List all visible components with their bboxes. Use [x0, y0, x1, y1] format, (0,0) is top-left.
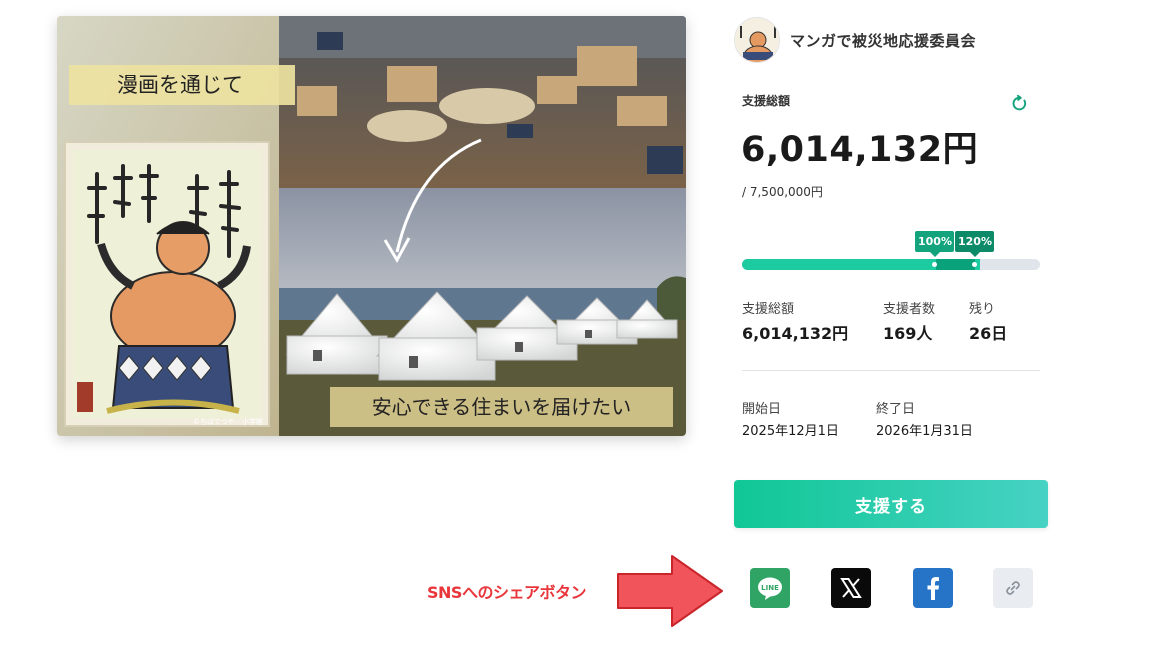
hero-credit: ©ちばてつや／小学館 — [193, 418, 263, 426]
stat-remaining-value: 26日 — [969, 324, 1008, 343]
milestone-120-tag: 120% — [955, 231, 994, 257]
organizer-avatar-image — [735, 18, 779, 62]
refresh-icon[interactable] — [1011, 95, 1028, 112]
support-button[interactable]: 支援する — [734, 480, 1048, 528]
stat-supporters-label: 支援者数 — [883, 302, 936, 317]
stats-divider — [742, 370, 1040, 371]
funding-progress-bar: 100% 120% — [742, 231, 1040, 271]
total-amount-label: 支援総額 — [742, 94, 791, 108]
share-annotation-label: SNSへのシェアボタン — [427, 583, 586, 602]
organizer[interactable]: マンガで被災地応援委員会 — [734, 17, 976, 63]
link-icon — [1006, 581, 1020, 595]
end-date-label: 終了日 — [876, 402, 916, 417]
line-icon-text: LINE — [761, 584, 779, 592]
milestone-100-marker — [932, 262, 937, 267]
project-hero-image: 漫画を通じて 安心できる住まいを届けたい ©ちばてつや／小学館 — [57, 16, 686, 436]
annotation-arrow-icon — [617, 555, 723, 627]
organizer-name[interactable]: マンガで被災地応援委員会 — [790, 30, 976, 51]
copy-link-button[interactable] — [993, 568, 1033, 608]
share-line-button[interactable]: LINE — [750, 568, 790, 608]
stat-total-value: 6,014,132円 — [742, 324, 849, 343]
stat-remaining-label: 残り — [969, 302, 996, 317]
milestone-100-tag: 100% — [915, 231, 954, 257]
progress-track — [742, 259, 1040, 270]
milestone-120-marker — [972, 262, 977, 267]
organizer-avatar[interactable] — [734, 17, 780, 63]
progress-stretch-segment — [936, 259, 975, 270]
share-x-button[interactable] — [831, 568, 871, 608]
hero-caption-top: 漫画を通じて — [69, 65, 295, 105]
total-amount: 6,014,132円 — [741, 130, 979, 170]
goal-amount: / 7,500,000円 — [742, 185, 823, 199]
hero-caption-bottom: 安心できる住まいを届けたい — [330, 387, 673, 427]
start-date-label: 開始日 — [742, 402, 782, 417]
stat-total-label: 支援総額 — [742, 302, 795, 317]
share-facebook-button[interactable] — [913, 568, 953, 608]
start-date-value: 2025年12月1日 — [742, 424, 839, 439]
line-icon: LINE — [758, 577, 782, 600]
end-date-value: 2026年1月31日 — [876, 424, 973, 439]
facebook-icon — [927, 577, 939, 600]
stat-supporters-value: 169人 — [883, 324, 933, 343]
x-icon — [840, 578, 862, 598]
